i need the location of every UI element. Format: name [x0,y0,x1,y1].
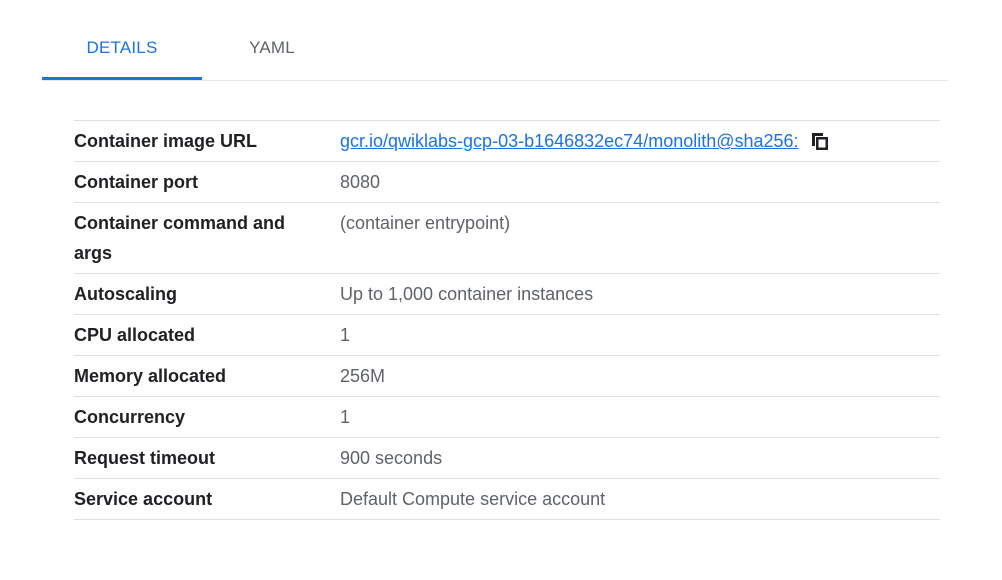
detail-label: Container command and args [74,213,286,263]
detail-value: 256M [340,366,386,386]
detail-value: 8080 [340,172,381,192]
detail-value: Default Compute service account [340,489,606,509]
detail-row-container-image-url: Container image URL gcr.io/qwiklabs-gcp-… [74,120,940,162]
detail-row-memory-allocated: Memory allocated 256M [74,356,940,397]
detail-label: Memory allocated [74,366,227,386]
detail-label: Service account [74,489,213,509]
detail-value: gcr.io/qwiklabs-gcp-03-b1646832ec74/mono… [340,121,940,162]
detail-label: Container port [74,172,198,192]
detail-value: 1 [340,407,351,427]
detail-row-concurrency: Concurrency 1 [74,397,940,438]
copy-icon[interactable] [809,130,831,152]
detail-row-service-account: Service account Default Compute service … [74,479,940,520]
detail-row-autoscaling: Autoscaling Up to 1,000 container instan… [74,274,940,315]
service-details-table: Container image URL gcr.io/qwiklabs-gcp-… [74,120,940,520]
detail-value: Up to 1,000 container instances [340,284,594,304]
detail-value: 1 [340,325,351,345]
detail-label: Request timeout [74,448,216,468]
detail-row-request-timeout: Request timeout 900 seconds [74,438,940,479]
detail-label: Concurrency [74,407,186,427]
detail-row-cpu-allocated: CPU allocated 1 [74,315,940,356]
detail-value: 900 seconds [340,448,443,468]
container-image-url-link[interactable]: gcr.io/qwiklabs-gcp-03-b1646832ec74/mono… [340,126,799,156]
tab-details[interactable]: DETAILS [42,28,202,80]
detail-row-container-port: Container port 8080 [74,162,940,203]
tab-yaml[interactable]: YAML [202,28,342,78]
detail-label: Autoscaling [74,284,178,304]
tab-bar: DETAILS YAML [42,28,948,81]
detail-label: Container image URL [74,131,258,151]
detail-value: (container entrypoint) [340,213,511,233]
detail-label: CPU allocated [74,325,196,345]
detail-row-container-command: Container command and args (container en… [74,203,940,274]
